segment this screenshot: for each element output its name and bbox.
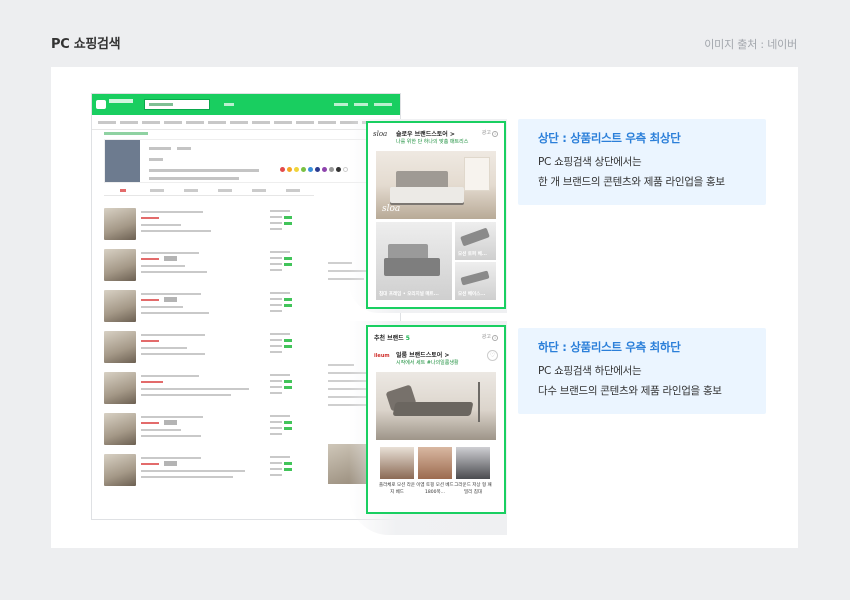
product-tile-label: 모션 토퍼 베... [458, 252, 487, 257]
recommended-brands-title: 추천 브랜드 5 [374, 335, 410, 342]
product-tile[interactable]: 침대 프레임 • 오리지널 매트... [376, 222, 452, 300]
info-line: PC 쇼핑검색 하단에서는 [538, 365, 642, 377]
mock-product-row [104, 249, 254, 285]
info-box-bottom: 하단 : 상품리스트 우측 최하단 PC 쇼핑검색 하단에서는 다수 브랜드의 … [518, 328, 766, 414]
mock-breadcrumb [104, 132, 148, 135]
ad-label: 광고 i [482, 333, 498, 341]
mock-logo-text [109, 99, 133, 103]
recommended-brands-count: 5 [405, 335, 410, 342]
image-source: 이미지 출처 : 네이버 [704, 38, 797, 51]
product-thumbnail[interactable] [418, 447, 452, 479]
mock-product-row [104, 372, 254, 408]
mock-logo-icon [96, 100, 106, 109]
info-title: 하단 : 상품리스트 우측 최하단 [538, 340, 681, 354]
info-title: 상단 : 상품리스트 우측 최상단 [538, 131, 681, 145]
product-name[interactable]: 플라체로 모션 라운지 베드 [378, 482, 416, 496]
product-tile-label: 모션 베이스... [458, 292, 486, 297]
brand-store-ad-top[interactable]: sloa 슬로우 브랜드스토어 > 나를 위한 단 하나의 맞춤 매트리스 광고… [366, 121, 506, 309]
recommended-brands-ad-bottom[interactable]: 추천 브랜드 5 광고 i ileum 일룸 브랜드스토어 > 시작에서 세트 #… [366, 325, 506, 514]
mock-top-bar [92, 94, 400, 115]
brand-logo: sloa [373, 130, 388, 138]
info-description: PC 쇼핑검색 상단에서는 한 개 브랜드의 콘텐츠와 제품 라인업을 홍보 [538, 152, 746, 192]
content-panel: sloa 슬로우 브랜드스토어 > 나를 위한 단 하나의 맞춤 매트리스 광고… [51, 67, 798, 548]
info-box-top: 상단 : 상품리스트 우측 최상단 PC 쇼핑검색 상단에서는 한 개 브랜드의… [518, 119, 766, 205]
info-icon[interactable]: i [492, 131, 498, 137]
info-line: PC 쇼핑검색 상단에서는 [538, 156, 642, 168]
page-title: PC 쇼핑검색 [51, 37, 121, 52]
info-line: 다수 브랜드의 콘텐츠와 제품 라인업을 홍보 [538, 385, 722, 397]
product-tile[interactable]: 모션 베이스... [455, 262, 496, 300]
info-description: PC 쇼핑검색 하단에서는 다수 브랜드의 콘텐츠와 제품 라인업을 홍보 [538, 361, 746, 401]
heart-icon[interactable]: ♡ [487, 350, 498, 361]
info-icon[interactable]: i [492, 335, 498, 341]
product-tile[interactable]: 모션 토퍼 베... [455, 222, 496, 260]
mock-search-box [144, 99, 210, 110]
mock-product-row [104, 208, 254, 244]
hero-brand-mark: sloa [382, 204, 401, 214]
brand-row[interactable]: ileum 일룸 브랜드스토어 > 시작에서 세트 #나의일룸생활 ♡ [374, 350, 500, 366]
info-line: 한 개 브랜드의 콘텐츠와 제품 라인업을 홍보 [538, 176, 725, 188]
ad-label: 광고 i [482, 129, 498, 137]
mock-product-row [104, 413, 254, 449]
product-tile-label: 침대 프레임 • 오리지널 매트... [379, 292, 439, 297]
brand-logo: ileum [374, 353, 390, 359]
brand-store-link[interactable]: 슬로우 브랜드스토어 > [396, 129, 455, 138]
brand-store-link[interactable]: 일룸 브랜드스토어 > [396, 350, 449, 359]
product-name[interactable]: 그라운드 저상 형 패밀리 침대 [454, 482, 492, 496]
brand-tagline: 나를 위한 단 하나의 맞춤 매트리스 [396, 139, 469, 145]
mock-product-row [104, 454, 254, 490]
brand-hero-image[interactable]: sloa [376, 151, 496, 219]
brand-hero-image[interactable] [376, 372, 496, 440]
mock-product-row [104, 290, 254, 326]
product-name[interactable]: 이엠 토핑 모션 베드 1800폭... [416, 482, 454, 496]
mock-result-tabs [104, 186, 314, 196]
brand-header: sloa 슬로우 브랜드스토어 > 나를 위한 단 하나의 맞춤 매트리스 광고… [368, 123, 504, 150]
mock-product-row [104, 331, 254, 367]
product-thumbnail[interactable] [380, 447, 414, 479]
brand-tagline: 시작에서 세트 #나의일룸생활 [396, 360, 459, 366]
product-thumbnail[interactable] [456, 447, 490, 479]
